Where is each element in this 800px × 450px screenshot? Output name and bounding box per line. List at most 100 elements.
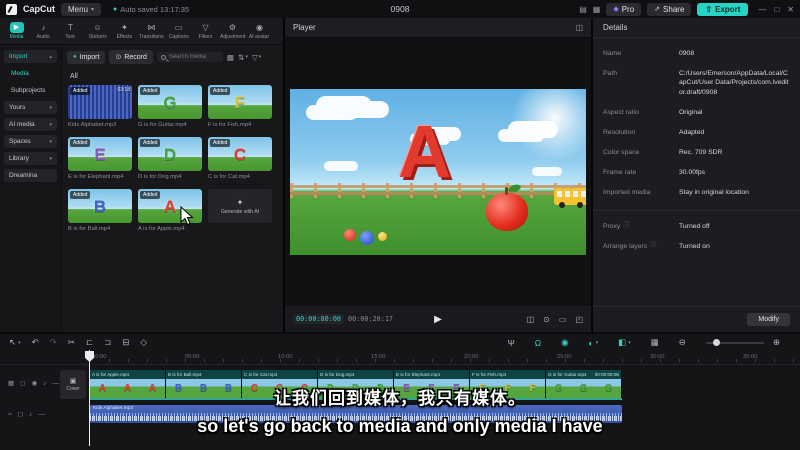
caption-track-toggle[interactable]: ◐ ▾: [589, 338, 599, 348]
panel-layout-icon[interactable]: ▦: [593, 5, 601, 14]
layout-toggle-icon[interactable]: ▤: [579, 5, 587, 14]
record-button[interactable]: ⊙ Record: [109, 50, 153, 64]
sidebar-item-yours[interactable]: Yours ▾: [4, 101, 57, 114]
record-icon: ⊙: [115, 54, 122, 61]
search-box[interactable]: [156, 52, 223, 62]
grid-view-icon[interactable]: ▦: [227, 53, 234, 62]
text-icon: T: [68, 23, 73, 32]
chevron-down-icon: ▾: [49, 104, 52, 111]
preview-frames-icon[interactable]: ▦: [651, 337, 659, 348]
zoom-out-icon[interactable]: ⊖: [679, 337, 686, 348]
filter-icon[interactable]: ▽ ▾: [252, 53, 261, 62]
tab-adjustment[interactable]: ⚙ Adjustment: [219, 22, 246, 40]
delete-button[interactable]: ⊟: [122, 337, 129, 348]
chevron-down-icon: ▾: [245, 54, 248, 60]
export-icon: ⇧: [705, 4, 713, 14]
sidebar-item-ai-media[interactable]: AI media ▾: [4, 118, 57, 131]
cloud: [498, 129, 544, 142]
export-button[interactable]: ⇧ Export: [697, 2, 749, 16]
share-button[interactable]: ⇗ Share: [647, 2, 692, 16]
tab-filters[interactable]: ▽ Filters: [192, 22, 219, 40]
menu-button[interactable]: Menu ▾: [61, 2, 102, 16]
trim-right-button[interactable]: ⊐: [104, 337, 111, 348]
generate-with-ai-card[interactable]: ✦ Generate with AI: [208, 189, 272, 232]
chevron-down-icon: ▾: [49, 155, 52, 162]
tab-transitions[interactable]: ⋈ Transitions: [138, 22, 165, 40]
pro-button[interactable]: ◆ Pro: [606, 2, 642, 16]
transitions-icon: ⋈: [147, 23, 156, 32]
duration-label: 03:18: [117, 87, 130, 93]
capcut-logo-icon: [6, 3, 17, 15]
snapshot-icon[interactable]: ◫: [527, 315, 535, 324]
tab-media[interactable]: ▶ Media: [3, 22, 30, 40]
ratio-icon[interactable]: ▭: [559, 315, 567, 324]
subtitle-english: so let's go back to media and only media…: [197, 416, 603, 436]
added-badge: Added: [140, 191, 161, 199]
modify-button[interactable]: Modify: [747, 313, 790, 326]
media-item-f-fish[interactable]: Added F F is for Fish.mp4: [208, 85, 272, 128]
titlebar: CapCut Menu ▾ ● Auto saved 13:17:35 0908…: [0, 0, 800, 18]
clip-duration: 00:00:06:06: [594, 372, 619, 377]
adjustment-icon: ⚙: [228, 23, 237, 32]
media-item-c-cat[interactable]: Added C C is for Cat.mp4: [208, 137, 272, 180]
tab-stickers[interactable]: ☺ Stickers: [84, 22, 111, 40]
cursor-icon: ↖: [9, 337, 17, 347]
import-button[interactable]: ● Import: [67, 50, 106, 64]
sidebar-item-media[interactable]: Media: [4, 67, 57, 80]
school-bus: [554, 188, 586, 208]
chevron-down-icon: ▾: [628, 339, 631, 346]
added-badge: Added: [70, 87, 91, 95]
detail-proxy-value: Turned off: [679, 222, 710, 230]
detail-resolution-value: Adapted: [679, 128, 705, 136]
sidebar-item-subprojects[interactable]: Subprojects: [4, 84, 57, 97]
maximize-button[interactable]: □: [774, 5, 779, 14]
tab-captions[interactable]: ▭ Captions: [165, 22, 192, 40]
subtitle-chinese: 让我们回到媒体，我只有媒体。: [274, 389, 526, 408]
redo-button[interactable]: ↷: [50, 337, 57, 348]
tab-ai-avatar[interactable]: ◉ AI avatar: [246, 22, 273, 40]
tab-effects[interactable]: ✦ Effects: [111, 22, 138, 40]
play-button[interactable]: ▶: [434, 314, 442, 325]
search-icon: [160, 54, 166, 60]
split-button[interactable]: ✂: [68, 337, 75, 348]
letter-a-graphic: A: [398, 110, 452, 193]
snap-toggle-icon[interactable]: Ω: [535, 338, 541, 348]
player-panel-title: Player: [293, 23, 316, 32]
zoom-slider-knob[interactable]: [712, 338, 720, 346]
info-icon[interactable]: ⓘ: [623, 222, 629, 230]
audio-waveform-thumbnail: Added 03:18: [68, 85, 132, 119]
sidebar-item-import[interactable]: Import ▴: [4, 50, 57, 63]
info-icon[interactable]: ⓘ: [650, 242, 656, 250]
trim-left-button[interactable]: ⊏: [86, 337, 93, 348]
mirror-preview-icon[interactable]: ⊙: [543, 315, 550, 324]
tab-audio[interactable]: ♪ Audio: [30, 22, 57, 40]
media-item-g-guitar[interactable]: Added G G is for Guitar.mp4: [138, 85, 202, 128]
fullscreen-icon[interactable]: ◰: [575, 315, 583, 324]
marker-button[interactable]: ◇: [140, 337, 147, 348]
sidebar-item-library[interactable]: Library ▾: [4, 152, 57, 165]
ball: [360, 231, 374, 245]
close-button[interactable]: ✕: [787, 5, 794, 14]
link-toggle-icon[interactable]: ◉: [561, 337, 568, 348]
media-item-d-dog[interactable]: Added D D is for Dog.mp4: [138, 137, 202, 180]
zoom-in-icon[interactable]: ⊕: [773, 337, 780, 348]
media-item-e-elephant[interactable]: Added E E is for Elephant.mp4: [68, 137, 132, 180]
search-input[interactable]: [168, 54, 213, 60]
detail-aspect-value: Original: [679, 108, 703, 116]
media-item-b-ball[interactable]: Added B B is for Ball.mp4: [68, 189, 132, 232]
timeline-ruler[interactable]: 00:00 05:00 10:00 15:00 20:00 25:00 30:0…: [0, 351, 800, 365]
track-options-toggle[interactable]: ◧ ▾: [618, 337, 631, 348]
tab-text[interactable]: T Text: [57, 22, 84, 40]
sidebar-item-dreamina[interactable]: Dreamina: [4, 169, 57, 182]
voiceover-mic-icon[interactable]: Ψ: [508, 338, 515, 348]
media-library-column: ▶ Media ♪ Audio T Text ☺ Stickers ✦ Effe…: [0, 18, 283, 332]
timeline-zoom-slider[interactable]: [705, 338, 764, 346]
media-item-kids-alphabet[interactable]: Added 03:18 Kids Alphabet.mp3: [68, 85, 132, 128]
sidebar-item-spaces[interactable]: Spaces ▾: [4, 135, 57, 148]
media-panel: ● Import ⊙ Record ▦ ⇅▾ ▽▾: [62, 45, 283, 332]
undo-button[interactable]: ↶: [32, 337, 39, 348]
minimize-button[interactable]: —: [758, 5, 766, 14]
select-tool-button[interactable]: ↖ ▾: [9, 337, 21, 348]
sort-icon[interactable]: ⇅ ▾: [238, 53, 248, 62]
detach-player-icon[interactable]: ◫: [575, 23, 583, 32]
